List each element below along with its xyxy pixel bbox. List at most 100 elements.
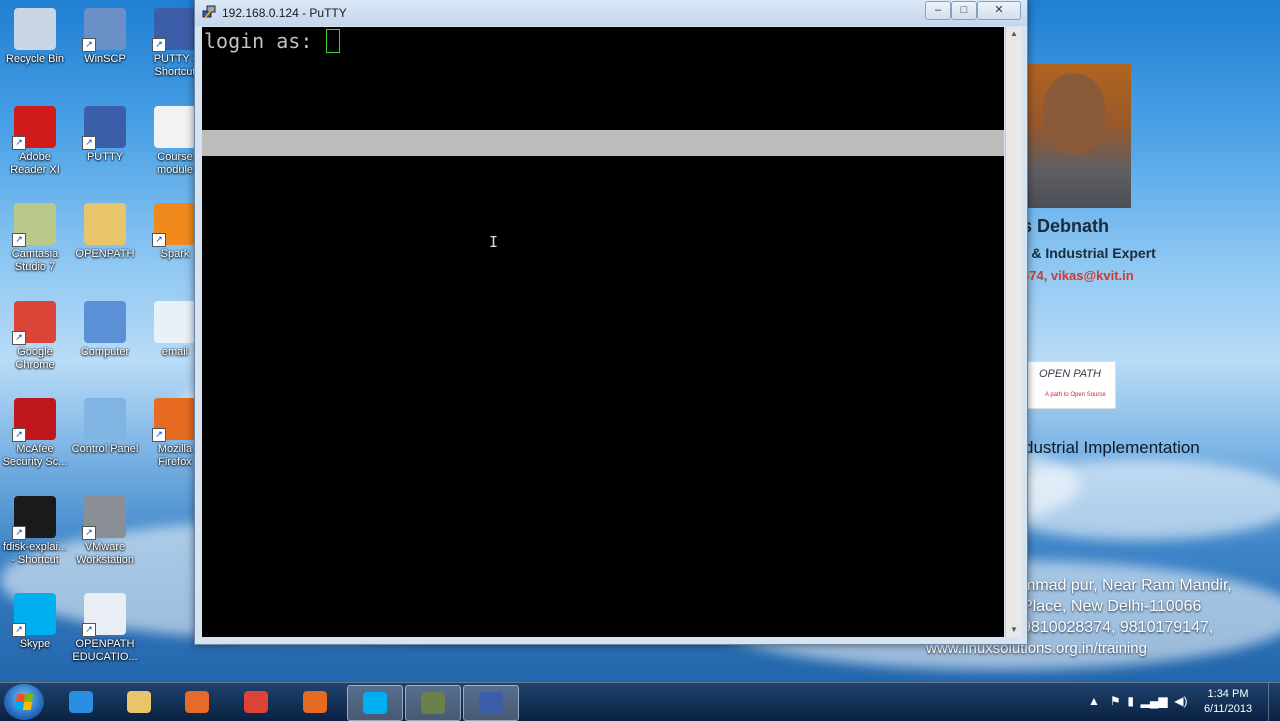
shortcut-arrow-icon: ↗ [152, 428, 166, 442]
media-player-icon [185, 691, 209, 713]
shortcut-arrow-icon: ↗ [12, 526, 26, 540]
wallpaper-address-line: Place, New Delhi-110066 [1022, 598, 1202, 615]
desktop-icon[interactable]: ↗ PUTTY [70, 106, 140, 164]
firefox-icon [303, 691, 327, 713]
clock[interactable]: 1:34 PM 6/11/2013 [1196, 687, 1260, 717]
desktop-icon-label: PUTTY [86, 151, 124, 163]
terminal-area[interactable]: login as: I [202, 27, 1004, 637]
minimize-button[interactable]: – [925, 1, 951, 20]
internet-explorer-icon [69, 691, 93, 713]
desktop-icon-label: Control Panel [71, 443, 139, 455]
network-icon[interactable]: ▮ [1127, 694, 1134, 708]
skype-icon: ↗ [12, 593, 56, 637]
volume-icon[interactable]: ◀) [1174, 694, 1187, 708]
scroll-down-icon[interactable]: ▼ [1006, 623, 1022, 637]
desktop-icon[interactable]: ↗ OPENPATH EDUCATIO... [70, 593, 140, 664]
text-cursor [326, 29, 341, 53]
flag-icon[interactable]: ⚑ [1110, 694, 1121, 708]
putty-window[interactable]: 192.168.0.124 - PuTTY – □ ✕ login as: I … [194, 0, 1028, 645]
vmware-icon: ↗ [82, 496, 126, 540]
desktop-icon[interactable]: ↗ VMware Workstation [70, 496, 140, 567]
scroll-up-icon[interactable]: ▲ [1006, 27, 1022, 41]
clock-time: 1:34 PM [1207, 688, 1249, 700]
taskbar-button[interactable] [112, 685, 166, 719]
start-button[interactable] [4, 684, 44, 720]
email-icon [154, 301, 196, 343]
wallpaper-role: r & Industrial Expert [1022, 245, 1156, 261]
desktop-icon-label: McAfee Security Sc... [2, 443, 68, 468]
taskbar-button[interactable] [405, 685, 461, 721]
desktop-icon-label: Adobe Reader XI [10, 151, 60, 176]
desktop-icon[interactable]: Control Panel [70, 398, 140, 456]
taskbar-button[interactable] [54, 685, 108, 719]
system-tray[interactable]: ▲ ⚑ ▮ ▂▄▆ ◀) [1088, 694, 1188, 708]
putty-icon: ↗ [152, 8, 196, 52]
desktop-icon-label: Skype [19, 638, 51, 650]
desktop-icon-label: Camtasia Studio 7 [11, 248, 59, 273]
camtasia-recorder-icon [421, 692, 445, 714]
desktop-icon[interactable]: ↗ WinSCP [70, 8, 140, 66]
wallpaper-address-line: 9810028374, 9810179147, [1022, 619, 1214, 636]
maximize-button[interactable]: □ [951, 1, 977, 20]
vertical-scrollbar[interactable]: ▲ ▼ [1005, 27, 1022, 637]
desktop-icon[interactable]: Computer [70, 301, 140, 359]
computer-icon [84, 301, 126, 343]
camtasia-icon: ↗ [12, 203, 56, 247]
taskbar-button[interactable] [170, 685, 224, 719]
taskbar-button[interactable] [229, 685, 283, 719]
presentation-icon: ↗ [82, 593, 126, 637]
spark-icon: ↗ [152, 203, 196, 247]
desktop-icon[interactable]: Recycle Bin [0, 8, 70, 66]
desktop-icon[interactable]: OPENPATH [70, 203, 140, 261]
control-panel-icon [84, 398, 126, 440]
wallpaper-implementation: dustrial Implementation [1024, 438, 1200, 457]
desktop-icon[interactable]: ↗ Google Chrome [0, 301, 70, 372]
selection-highlight [202, 130, 1004, 156]
winscp-icon: ↗ [82, 8, 126, 52]
ibeam-cursor-icon: I [489, 233, 499, 251]
recycle-bin-icon [14, 8, 56, 50]
show-desktop-button[interactable] [1268, 683, 1280, 721]
terminal-line: login as: [204, 29, 341, 53]
shortcut-arrow-icon: ↗ [12, 233, 26, 247]
desktop-icon[interactable]: ↗ Adobe Reader XI [0, 106, 70, 177]
window-title: 192.168.0.124 - PuTTY [222, 6, 347, 20]
taskbar-button[interactable] [288, 685, 342, 719]
shortcut-arrow-icon: ↗ [12, 623, 26, 637]
wallpaper-photo [1025, 64, 1131, 208]
desktop-icon-label: Google Chrome [15, 346, 55, 371]
desktop-icon-label: Computer [80, 346, 130, 358]
taskbar-button[interactable] [347, 685, 403, 721]
shortcut-arrow-icon: ↗ [82, 38, 96, 52]
shortcut-arrow-icon: ↗ [82, 136, 96, 150]
shortcut-arrow-icon: ↗ [82, 526, 96, 540]
desktop-icon-label: Recycle Bin [5, 53, 65, 65]
desktop-icon-label: VMware Workstation [76, 541, 134, 566]
mcafee-icon: ↗ [12, 398, 56, 442]
shortcut-arrow-icon: ↗ [152, 233, 166, 247]
document-icon [154, 106, 196, 148]
desktop-icon[interactable]: ↗ Skype [0, 593, 70, 651]
desktop-icon[interactable]: ↗ fdisk-explai... - Shortcut [0, 496, 70, 567]
desktop-icon[interactable]: ↗ McAfee Security Sc... [0, 398, 70, 469]
shortcut-arrow-icon: ↗ [12, 136, 26, 150]
video-icon: ↗ [12, 496, 56, 540]
adobe-reader-icon: ↗ [12, 106, 56, 150]
putty-icon [202, 5, 216, 19]
logo-subtitle: A path to Open Source [1045, 392, 1106, 398]
shortcut-arrow-icon: ↗ [12, 428, 26, 442]
wallpaper-name: s Debnath [1022, 216, 1110, 236]
close-button[interactable]: ✕ [977, 1, 1021, 20]
shortcut-arrow-icon: ↗ [12, 331, 26, 345]
firefox-icon: ↗ [152, 398, 196, 442]
desktop-icon-label: WinSCP [84, 53, 126, 65]
desktop-icon-label: OPENPATH EDUCATIO... [72, 638, 138, 663]
putty-icon [479, 692, 503, 714]
chrome-icon [244, 691, 268, 713]
clock-date: 6/11/2013 [1203, 703, 1253, 715]
signal-icon[interactable]: ▂▄▆ [1141, 694, 1168, 708]
title-bar[interactable]: 192.168.0.124 - PuTTY – □ ✕ [195, 0, 1027, 26]
show-hidden-icons-icon[interactable]: ▲ [1088, 694, 1100, 708]
taskbar-button[interactable] [463, 685, 519, 721]
desktop-icon[interactable]: ↗ Camtasia Studio 7 [0, 203, 70, 274]
